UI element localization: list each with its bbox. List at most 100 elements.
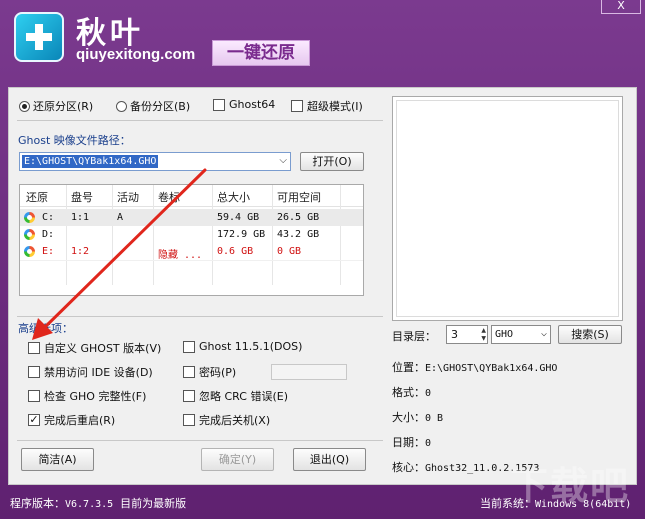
core-label: 核心： <box>392 461 425 474</box>
check-gho-label: 检查 GHO 完整性(F) <box>44 390 147 403</box>
ghost64-label: Ghost64 <box>229 98 276 111</box>
brand-tagline: 一键还原 <box>212 40 310 66</box>
update-status: 目前为最新版 <box>120 497 187 510</box>
simple-mode-button[interactable]: 简洁(A) <box>21 448 94 471</box>
custom-ghost-checkbox[interactable]: 自定义 GHOST 版本(V) <box>28 340 161 356</box>
restore-radio[interactable]: 还原分区(R) <box>19 98 93 114</box>
file-preview-box <box>392 96 623 321</box>
dir-level-label: 目录层： <box>392 330 436 343</box>
table-header: 还原 盘号 活动 卷标 总大小 可用空间 <box>20 185 363 207</box>
divider <box>17 120 383 121</box>
cell-drive: E: <box>42 246 55 257</box>
advanced-options-label: 高级选项： <box>18 322 73 335</box>
check-gho-checkbox[interactable]: 检查 GHO 完整性(F) <box>28 388 146 404</box>
ghost64-checkbox[interactable]: Ghost64 <box>213 98 275 111</box>
open-button[interactable]: 打开(O) <box>300 152 364 171</box>
size-label: 大小： <box>392 411 425 424</box>
checkmark-icon: ✓ <box>28 413 40 426</box>
checkbox-unchecked-icon <box>213 98 225 111</box>
checkbox-unchecked-icon <box>291 100 303 112</box>
radio-unchecked-icon <box>116 100 127 112</box>
cell-label: 隐藏 ... <box>158 250 203 261</box>
checkbox-unchecked-icon <box>183 390 195 402</box>
location-value: E:\GHOST\QYBak1x64.GHO <box>425 363 558 374</box>
cell-total: 59.4 GB <box>217 212 260 223</box>
checkbox-unchecked-icon <box>28 342 40 354</box>
table-row[interactable]: E: 1:2 隐藏 ... 0.6 GB 0 GB <box>20 243 363 261</box>
reboot-label: 完成后重启(R) <box>44 414 116 427</box>
main-panel: 还原分区(R) 备份分区(B) Ghost64 超级模式(I) Ghost 映像… <box>8 87 637 485</box>
search-button[interactable]: 搜索(S) <box>558 325 622 344</box>
super-mode-checkbox[interactable]: 超级模式(I) <box>291 98 363 114</box>
column-header: 盘号 <box>71 191 93 204</box>
format-value: 0 <box>425 388 432 399</box>
dir-level-stepper[interactable]: 3 ▲ ▼ <box>446 325 488 344</box>
version-info: 程序版本：V6.7.3.5 目前为最新版 <box>10 495 186 511</box>
confirm-button[interactable]: 确定(Y) <box>201 448 274 471</box>
cell-total: 0.6 GB <box>217 246 254 257</box>
column-header: 还原 <box>26 191 48 204</box>
password-label: 密码(P) <box>199 366 237 379</box>
divider <box>17 440 383 441</box>
extension-select[interactable]: GHO ⌵ <box>491 325 551 344</box>
logo-plus-icon <box>14 12 64 62</box>
column-header: 总大小 <box>217 191 250 204</box>
image-path-value: E:\GHOST\QYBak1x64.GHO <box>22 155 159 168</box>
cell-total: 172.9 GB <box>217 229 266 240</box>
size-value: 0 B <box>425 413 444 424</box>
table-row[interactable]: C: 1:1 A 59.4 GB 26.5 GB <box>20 209 363 226</box>
disk-icon <box>24 229 35 240</box>
reboot-checkbox[interactable]: ✓ 完成后重启(R) <box>28 412 115 428</box>
password-input[interactable] <box>271 364 347 380</box>
ghost-version-checkbox[interactable]: Ghost 11.5.1(DOS) <box>183 340 302 353</box>
format-info: 格式：0 <box>392 384 431 400</box>
cell-free: 0 GB <box>277 246 302 257</box>
cell-disk: 1:1 <box>71 212 90 223</box>
cell-free: 26.5 GB <box>277 212 320 223</box>
extension-value: GHO <box>495 329 514 340</box>
chevron-down-icon[interactable]: ⌵ <box>279 155 287 166</box>
shutdown-checkbox[interactable]: 完成后关机(X) <box>183 412 270 428</box>
watermark-logo: 下载吧 <box>510 464 631 508</box>
location-label: 位置： <box>392 361 425 374</box>
chevron-down-icon: ⌵ <box>540 328 547 339</box>
partition-table[interactable]: 还原 盘号 活动 卷标 总大小 可用空间 C: 1:1 A 59.4 GB 26… <box>19 184 364 296</box>
disable-ide-label: 禁用访问 IDE 设备(D) <box>44 366 153 379</box>
disk-icon <box>24 212 35 223</box>
cell-disk: 1:2 <box>71 246 90 257</box>
disk-icon <box>24 246 35 257</box>
disable-ide-checkbox[interactable]: 禁用访问 IDE 设备(D) <box>28 364 153 380</box>
column-header: 活动 <box>117 191 139 204</box>
cell-drive: D: <box>42 229 55 240</box>
divider <box>17 316 383 317</box>
app-window: 秋叶 qiuyexitong.com 一键还原 X 还原分区(R) 备份分区(B… <box>0 0 645 519</box>
location-info: 位置：E:\GHOST\QYBak1x64.GHO <box>392 359 557 375</box>
close-button[interactable]: X <box>601 0 641 14</box>
checkbox-unchecked-icon <box>183 340 195 353</box>
size-info: 大小：0 B <box>392 409 443 425</box>
shutdown-label: 完成后关机(X) <box>199 414 271 427</box>
exit-button[interactable]: 退出(Q) <box>293 448 366 471</box>
caret-down-icon[interactable]: ▼ <box>481 334 486 343</box>
backup-radio-label: 备份分区(B) <box>130 100 191 113</box>
version-label: 程序版本： <box>10 497 65 510</box>
checkbox-unchecked-icon <box>28 366 40 378</box>
cell-active: A <box>117 212 124 223</box>
radio-checked-icon <box>19 100 30 112</box>
super-mode-label: 超级模式(I) <box>307 100 363 113</box>
ghost-version-label: Ghost 11.5.1(DOS) <box>199 340 303 353</box>
version-value: V6.7.3.5 <box>65 499 114 510</box>
format-label: 格式： <box>392 386 425 399</box>
column-header: 可用空间 <box>277 191 321 204</box>
backup-radio[interactable]: 备份分区(B) <box>116 98 190 114</box>
table-row[interactable]: D: 172.9 GB 43.2 GB <box>20 226 363 243</box>
table-row <box>20 260 363 277</box>
image-path-combo[interactable]: E:\GHOST\QYBak1x64.GHO ⌵ <box>19 152 291 171</box>
brand-url: qiuyexitong.com <box>76 46 196 63</box>
password-checkbox[interactable]: 密码(P) <box>183 364 236 380</box>
restore-radio-label: 还原分区(R) <box>33 100 94 113</box>
checkbox-unchecked-icon <box>28 390 40 402</box>
checkbox-unchecked-icon <box>183 414 195 426</box>
column-header: 卷标 <box>158 191 180 204</box>
ignore-crc-checkbox[interactable]: 忽略 CRC 错误(E) <box>183 388 288 404</box>
